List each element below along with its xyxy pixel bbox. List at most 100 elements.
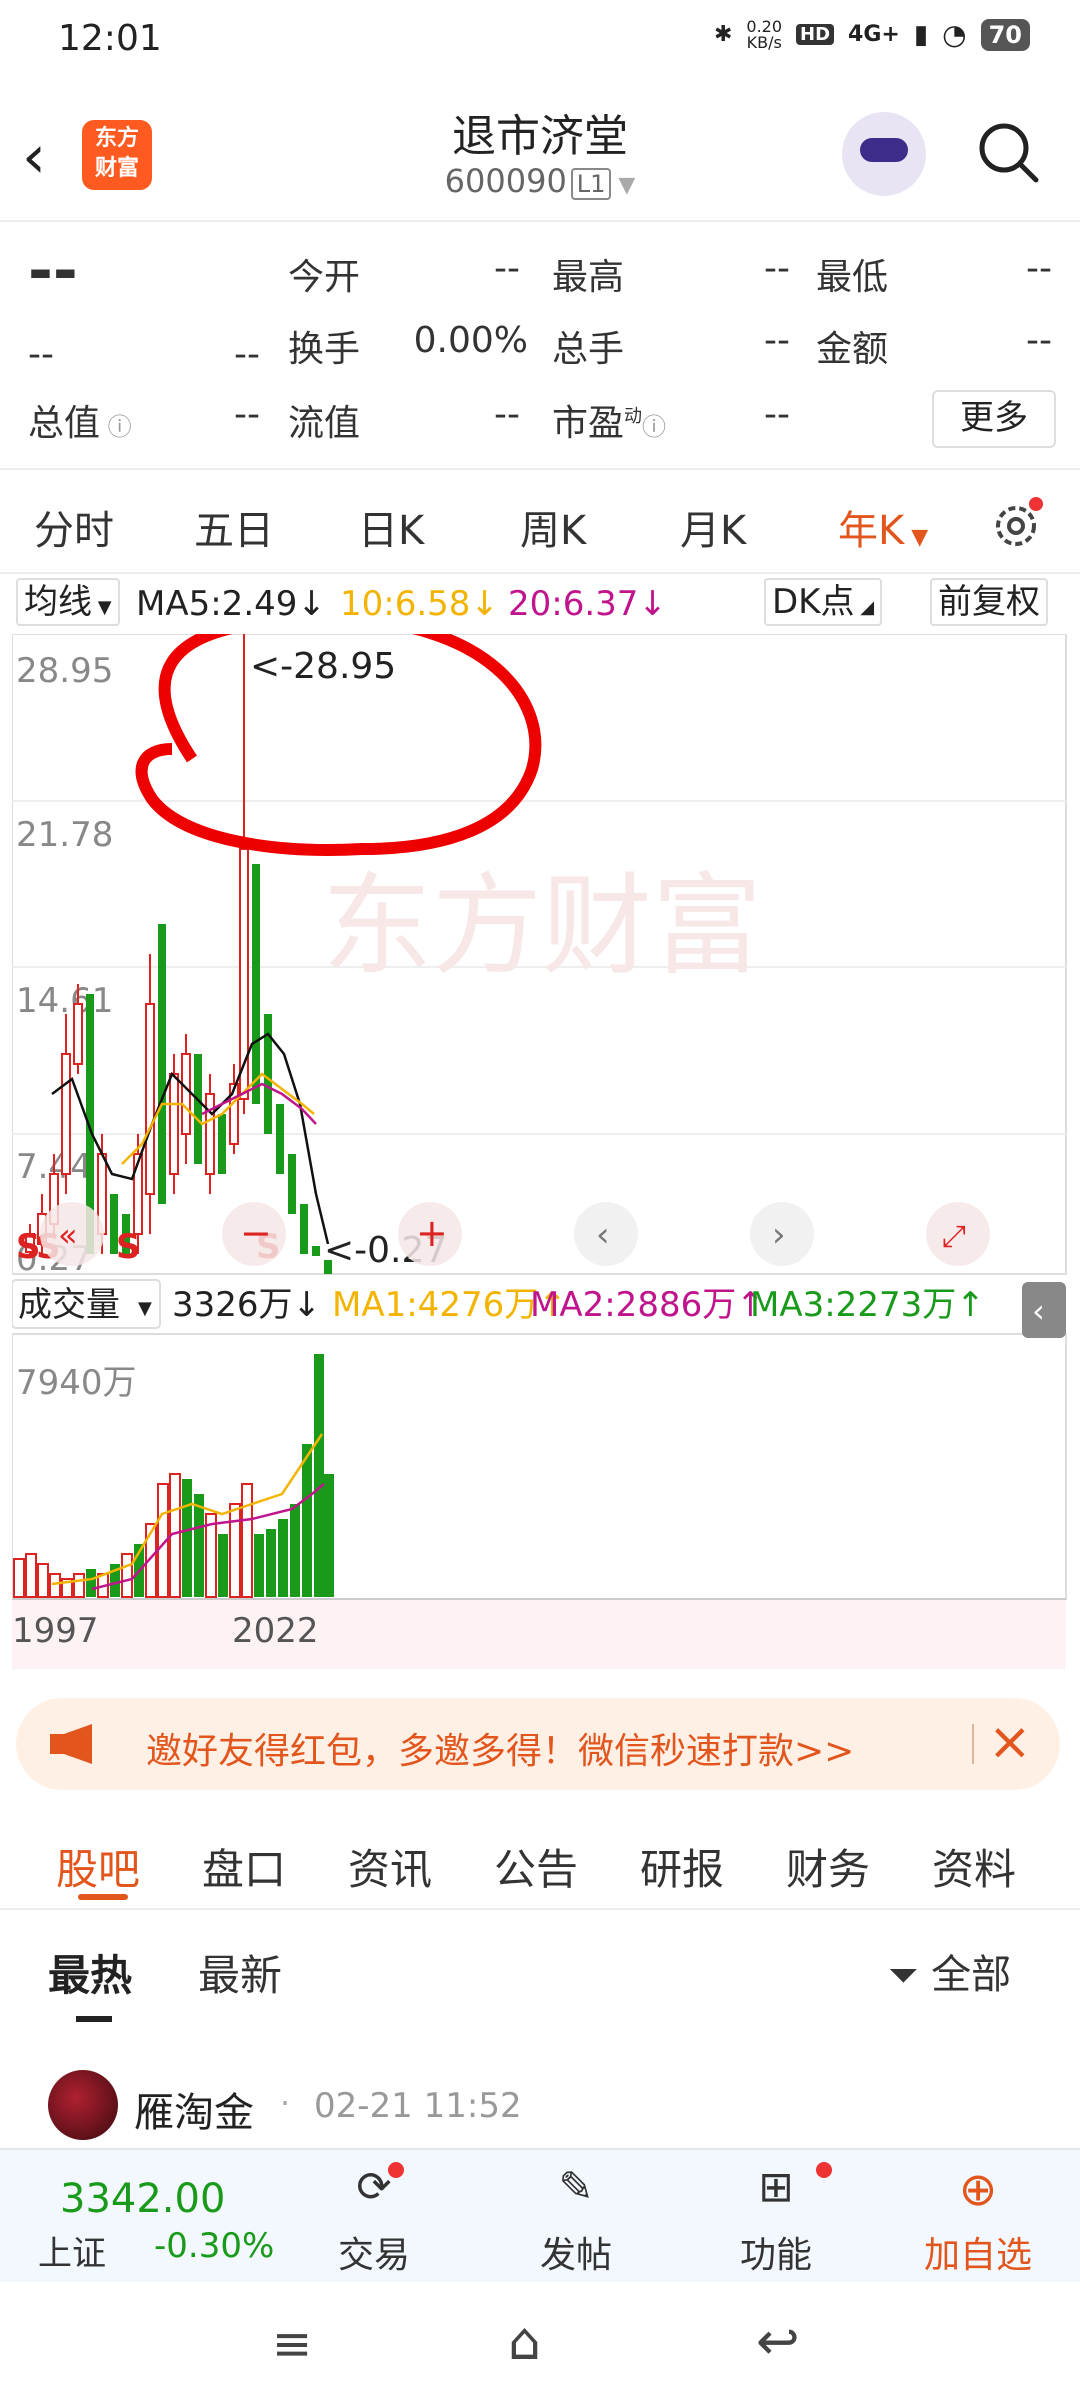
period-tabs: 分时 五日 日K 周K 月K 年K ▼ bbox=[0, 470, 1080, 574]
stock-header: ‹ 东方 财富 退市济堂 600090 L1 ▼ bbox=[0, 82, 1080, 222]
info-icon: ⓘ bbox=[100, 413, 132, 441]
turnover-label: 换手 bbox=[288, 329, 361, 370]
vol-value: 3326万↓ bbox=[172, 1285, 321, 1325]
tab-five-day[interactable]: 五日 bbox=[194, 498, 274, 556]
gear-icon[interactable] bbox=[988, 496, 1044, 552]
post-button[interactable]: ✎ 发帖 bbox=[506, 2162, 646, 2278]
zoom-out-icon[interactable]: − bbox=[240, 1211, 272, 1255]
battery-icon: 70 bbox=[980, 18, 1030, 51]
float-value: -- bbox=[494, 394, 520, 435]
index-value[interactable]: 3342.00 bbox=[60, 2176, 225, 2222]
index-change: -0.30% bbox=[154, 2226, 275, 2266]
last-price: -- bbox=[28, 236, 78, 306]
tab-intraday[interactable]: 分时 bbox=[34, 498, 114, 556]
sort-hot[interactable]: 最热 bbox=[48, 1942, 132, 2003]
chart-controls: « − + ‹ › ⤢ bbox=[40, 1202, 990, 1266]
tab-daily-k[interactable]: 日K bbox=[358, 498, 424, 556]
turnover-value: 0.00% bbox=[413, 320, 528, 361]
price-axis-label: 21.78 bbox=[16, 815, 113, 855]
filter-label: 全部 bbox=[931, 1952, 1012, 1998]
info-icon: ⓘ bbox=[642, 413, 667, 441]
ma10-label: 10:6.58↓ bbox=[340, 584, 499, 624]
change-pct: -- bbox=[234, 334, 260, 375]
system-nav-bar: ≡ ⌂ ↩ bbox=[0, 2282, 1080, 2408]
float-label: 流值 bbox=[288, 403, 361, 444]
tab-research[interactable]: 研报 bbox=[640, 1836, 724, 1897]
post-item[interactable]: 雁淘金 · 02-21 11:52 bbox=[0, 2040, 1080, 2148]
clock: 12:01 bbox=[58, 18, 162, 59]
more-button[interactable]: 更多 bbox=[932, 390, 1056, 448]
index-name: 上证 bbox=[38, 2234, 106, 2274]
adjust-button[interactable]: 前复权 bbox=[930, 578, 1048, 626]
pe-label[interactable]: 市盈动ⓘ bbox=[552, 394, 666, 446]
post-label: 发帖 bbox=[539, 2235, 612, 2276]
quote-panel: -- -- -- 今开 -- 最高 -- 最低 -- 换手 0.00% 总手 -… bbox=[0, 224, 1080, 470]
volume-selector[interactable]: 成交量 bbox=[18, 1285, 120, 1325]
rewind-icon[interactable]: « bbox=[58, 1216, 78, 1254]
tab-announcements[interactable]: 公告 bbox=[494, 1836, 578, 1897]
assistant-avatar[interactable] bbox=[842, 112, 926, 196]
promo-text: 邀好友得红包，多邀多得！微信秒速打款>> bbox=[146, 1731, 855, 1772]
tab-yearly-k[interactable]: 年K ▼ bbox=[838, 498, 928, 556]
bluetooth-icon: ✱ bbox=[713, 22, 733, 47]
price-axis-label: 14.61 bbox=[16, 981, 113, 1021]
megaphone-icon bbox=[50, 1724, 92, 1764]
add-watchlist-button[interactable]: ⊕ 加自选 bbox=[908, 2162, 1048, 2278]
trade-button[interactable]: ⟳ 交易 bbox=[304, 2162, 444, 2278]
mcap-label[interactable]: 总值 ⓘ bbox=[28, 394, 132, 446]
prev-icon[interactable]: ‹ bbox=[596, 1215, 610, 1255]
caret-down-icon: ▼ bbox=[92, 597, 112, 618]
menu-icon[interactable]: ≡ bbox=[272, 2316, 312, 2372]
bottom-toolbar: 3342.00 上证 -0.30% ⟳ 交易 ✎ 发帖 ⊞ 功能 ⊕ 加自选 bbox=[0, 2148, 1080, 2282]
tab-finance[interactable]: 财务 bbox=[786, 1836, 870, 1897]
chevron-left-icon: ‹ bbox=[1032, 1292, 1045, 1330]
open-value: -- bbox=[494, 248, 520, 289]
post-username[interactable]: 雁淘金 bbox=[134, 2080, 254, 2138]
promo-banner[interactable]: 邀好友得红包，多邀多得！微信秒速打款>> × bbox=[16, 1698, 1060, 1790]
next-icon[interactable]: › bbox=[772, 1215, 786, 1255]
chart-canvas[interactable]: 东方财富 28.95 21.78 14.61 7.44 0.27 bbox=[12, 634, 1068, 1674]
ma-selector[interactable]: 均线 ▼ bbox=[16, 578, 120, 626]
dk-button[interactable]: DK点 ◢ bbox=[764, 578, 883, 626]
trade-icon: ⟳ bbox=[304, 2162, 444, 2226]
post-time: 02-21 11:52 bbox=[314, 2086, 522, 2126]
close-icon[interactable]: × bbox=[988, 1712, 1032, 1772]
search-icon[interactable] bbox=[976, 120, 1040, 184]
tab-orderbook[interactable]: 盘口 bbox=[202, 1836, 286, 1897]
volume-value: -- bbox=[764, 320, 790, 361]
home-icon[interactable]: ⌂ bbox=[508, 2312, 541, 2372]
sort-new[interactable]: 最新 bbox=[198, 1942, 282, 2003]
grid-icon: ⊞ bbox=[706, 2162, 846, 2226]
sort-bar: 最热 最新 ⏷ 全部 bbox=[0, 1910, 1080, 2040]
filter-button[interactable]: ⏷ 全部 bbox=[888, 1942, 1011, 2000]
back-nav-icon[interactable]: ↩ bbox=[756, 2312, 800, 2372]
vol-ma2: MA2:2886万↑ bbox=[530, 1285, 765, 1325]
wifi-icon: ◔ bbox=[942, 18, 967, 51]
signal-icon: ▮ bbox=[913, 19, 929, 50]
tab-profile[interactable]: 资料 bbox=[932, 1836, 1016, 1897]
sell-marker: S bbox=[116, 1227, 141, 1267]
expand-icon[interactable]: ⤢ bbox=[942, 1219, 966, 1254]
pe-value: -- bbox=[764, 394, 790, 435]
zoom-in-icon[interactable]: + bbox=[416, 1211, 448, 1255]
ma5-label: MA5:2.49↓ bbox=[136, 584, 326, 624]
high-value: -- bbox=[764, 248, 790, 289]
open-label: 今开 bbox=[288, 257, 361, 298]
max-annotation: <-28.95 bbox=[250, 646, 396, 687]
stock-code: 600090 bbox=[444, 162, 567, 200]
amount-label: 金额 bbox=[816, 329, 889, 370]
kline-chart[interactable]: 均线 ▼ MA5:2.49↓ 10:6.58↓ 20:6.37↓ DK点 ◢ 前… bbox=[12, 578, 1068, 1678]
watermark: 东方财富 bbox=[322, 862, 762, 990]
function-button[interactable]: ⊞ 功能 bbox=[706, 2162, 846, 2278]
level-badge: L1 bbox=[570, 168, 612, 200]
tab-guba[interactable]: 股吧 bbox=[56, 1836, 140, 1897]
avatar[interactable] bbox=[48, 2070, 118, 2140]
x-axis-label: 2022 bbox=[232, 1611, 319, 1651]
tab-news[interactable]: 资讯 bbox=[348, 1836, 432, 1897]
filter-icon: ⏷ bbox=[888, 1953, 919, 1997]
tab-weekly-k[interactable]: 周K bbox=[520, 498, 586, 556]
robot-eye bbox=[860, 138, 908, 162]
tab-monthly-k[interactable]: 月K bbox=[680, 498, 746, 556]
content-tabs: 股吧 盘口 资讯 公告 研报 财务 资料 bbox=[0, 1810, 1080, 1910]
high-label: 最高 bbox=[552, 257, 625, 298]
